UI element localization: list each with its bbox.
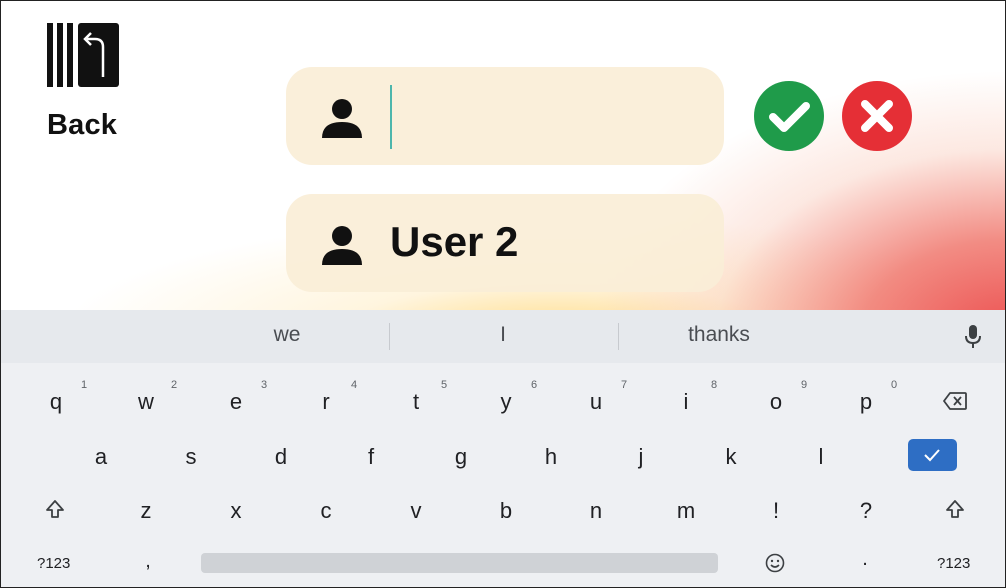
suggestion-item[interactable]: we <box>274 323 301 347</box>
key-x[interactable]: x <box>231 498 242 524</box>
checkmark-icon <box>924 449 940 462</box>
user-2-name: User 2 <box>390 218 519 265</box>
period-key[interactable]: . <box>862 548 868 571</box>
key-p[interactable]: p <box>860 389 872 415</box>
key-o[interactable]: o <box>770 389 782 415</box>
key-w[interactable]: w <box>138 389 154 415</box>
key-i[interactable]: i <box>684 389 689 415</box>
key-hint: 7 <box>621 379 628 391</box>
key-hint: 5 <box>441 379 448 391</box>
key-u[interactable]: u <box>590 389 602 415</box>
symbols-key[interactable]: ?123 <box>37 555 70 572</box>
key-hint: 0 <box>891 379 898 391</box>
key-e[interactable]: e <box>230 389 242 415</box>
key-y[interactable]: y <box>501 389 512 415</box>
key-hint: 4 <box>351 379 358 391</box>
key-hint: 9 <box>801 379 808 391</box>
key-m[interactable]: m <box>677 498 695 524</box>
key-b[interactable]: b <box>500 498 512 524</box>
suggestion-divider <box>618 323 619 350</box>
username-input-field[interactable] <box>286 67 724 165</box>
shift-icon[interactable] <box>945 499 965 519</box>
cancel-button[interactable] <box>842 81 912 151</box>
shift-icon[interactable] <box>45 499 65 519</box>
suggestion-divider <box>389 323 390 350</box>
back-door-arrow-icon <box>47 23 119 87</box>
suggestion-item[interactable]: I <box>500 323 506 347</box>
comma-key[interactable]: , <box>145 550 151 573</box>
key-r[interactable]: r <box>322 389 329 415</box>
key-z[interactable]: z <box>141 498 152 524</box>
space-bar[interactable] <box>201 553 718 573</box>
key-hint: 6 <box>531 379 538 391</box>
key-t[interactable]: t <box>413 389 419 415</box>
on-screen-keyboard: we I thanks q 1 w 2 e 3 r 4 t 5 y 6 u 7 … <box>1 310 1005 587</box>
key-hint: 3 <box>261 379 268 391</box>
microphone-icon[interactable] <box>963 324 983 350</box>
suggestion-bar: we I thanks <box>1 310 1005 363</box>
app-screen: Back User 2 we I thanks q 1 w 2 e 3 r 4 … <box>0 0 1006 588</box>
user-icon <box>322 99 362 138</box>
suggestion-item[interactable]: thanks <box>688 323 750 347</box>
user-2-option[interactable]: User 2 <box>286 194 724 292</box>
key-hint: 2 <box>171 379 178 391</box>
user-icon <box>322 226 362 265</box>
key-question[interactable]: ? <box>860 498 872 524</box>
key-l[interactable]: l <box>819 444 824 470</box>
checkmark-icon <box>769 102 810 132</box>
key-c[interactable]: c <box>321 498 332 524</box>
backspace-icon[interactable] <box>943 392 967 410</box>
key-n[interactable]: n <box>590 498 602 524</box>
key-k[interactable]: k <box>726 444 737 470</box>
key-f[interactable]: f <box>368 444 374 470</box>
key-j[interactable]: j <box>639 444 644 470</box>
emoji-icon[interactable] <box>765 553 785 573</box>
symbols-key[interactable]: ?123 <box>937 555 970 572</box>
back-button[interactable]: Back <box>45 23 125 143</box>
enter-key[interactable] <box>908 439 957 471</box>
back-label: Back <box>47 109 118 141</box>
key-h[interactable]: h <box>545 444 557 470</box>
key-exclamation[interactable]: ! <box>773 498 779 524</box>
close-icon <box>861 100 893 132</box>
text-caret <box>390 85 392 149</box>
confirm-button[interactable] <box>754 81 824 151</box>
key-v[interactable]: v <box>411 498 422 524</box>
key-g[interactable]: g <box>455 444 467 470</box>
key-hint: 8 <box>711 379 718 391</box>
key-hint: 1 <box>81 379 88 391</box>
key-d[interactable]: d <box>275 444 287 470</box>
key-q[interactable]: q <box>50 389 62 415</box>
key-s[interactable]: s <box>186 444 197 470</box>
key-a[interactable]: a <box>95 444 107 470</box>
